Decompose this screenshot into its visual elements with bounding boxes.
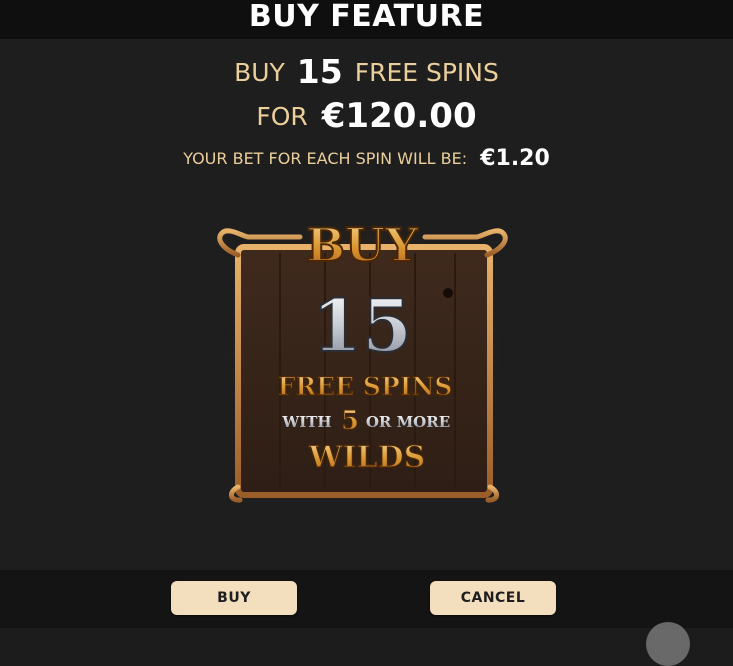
badge-wilds-text: WILDS [308, 440, 426, 475]
buy-button[interactable]: BUY [171, 581, 297, 615]
offer-price-line: FOR €120.00 [0, 96, 733, 136]
bet-label: YOUR BET FOR EACH SPIN WILL BE: [183, 149, 468, 168]
spins-count: 15 [296, 52, 343, 91]
buy-prefix: BUY [234, 58, 285, 87]
cancel-button[interactable]: CANCEL [430, 581, 556, 615]
for-label: FOR [256, 102, 308, 131]
badge-free-spins-text: FREE SPINS [278, 372, 453, 401]
title-bar: BUY FEATURE [0, 0, 733, 39]
bullet-hole-icon [443, 288, 453, 298]
badge-or-more-text: OR MORE [366, 413, 450, 431]
spins-suffix: FREE SPINS [354, 58, 499, 87]
bet-per-spin-line: YOUR BET FOR EACH SPIN WILL BE: €1.20 [0, 146, 733, 171]
badge-buy-text: BUY [306, 218, 419, 272]
price-value: €120.00 [321, 96, 477, 136]
corner-menu-icon[interactable] [646, 622, 690, 666]
page-title: BUY FEATURE [248, 0, 485, 34]
bet-value: €1.20 [480, 146, 550, 171]
action-bar: BUY CANCEL [0, 570, 733, 628]
badge-threshold: 5 [341, 406, 359, 436]
offer-spins-line: BUY 15 FREE SPINS [0, 52, 733, 91]
badge-count: 15 [312, 283, 412, 368]
badge-with-text: WITH [281, 413, 331, 431]
buy-feature-badge: BUY 15 FREE SPINS WITH 5 OR MORE WILDS [210, 205, 515, 505]
